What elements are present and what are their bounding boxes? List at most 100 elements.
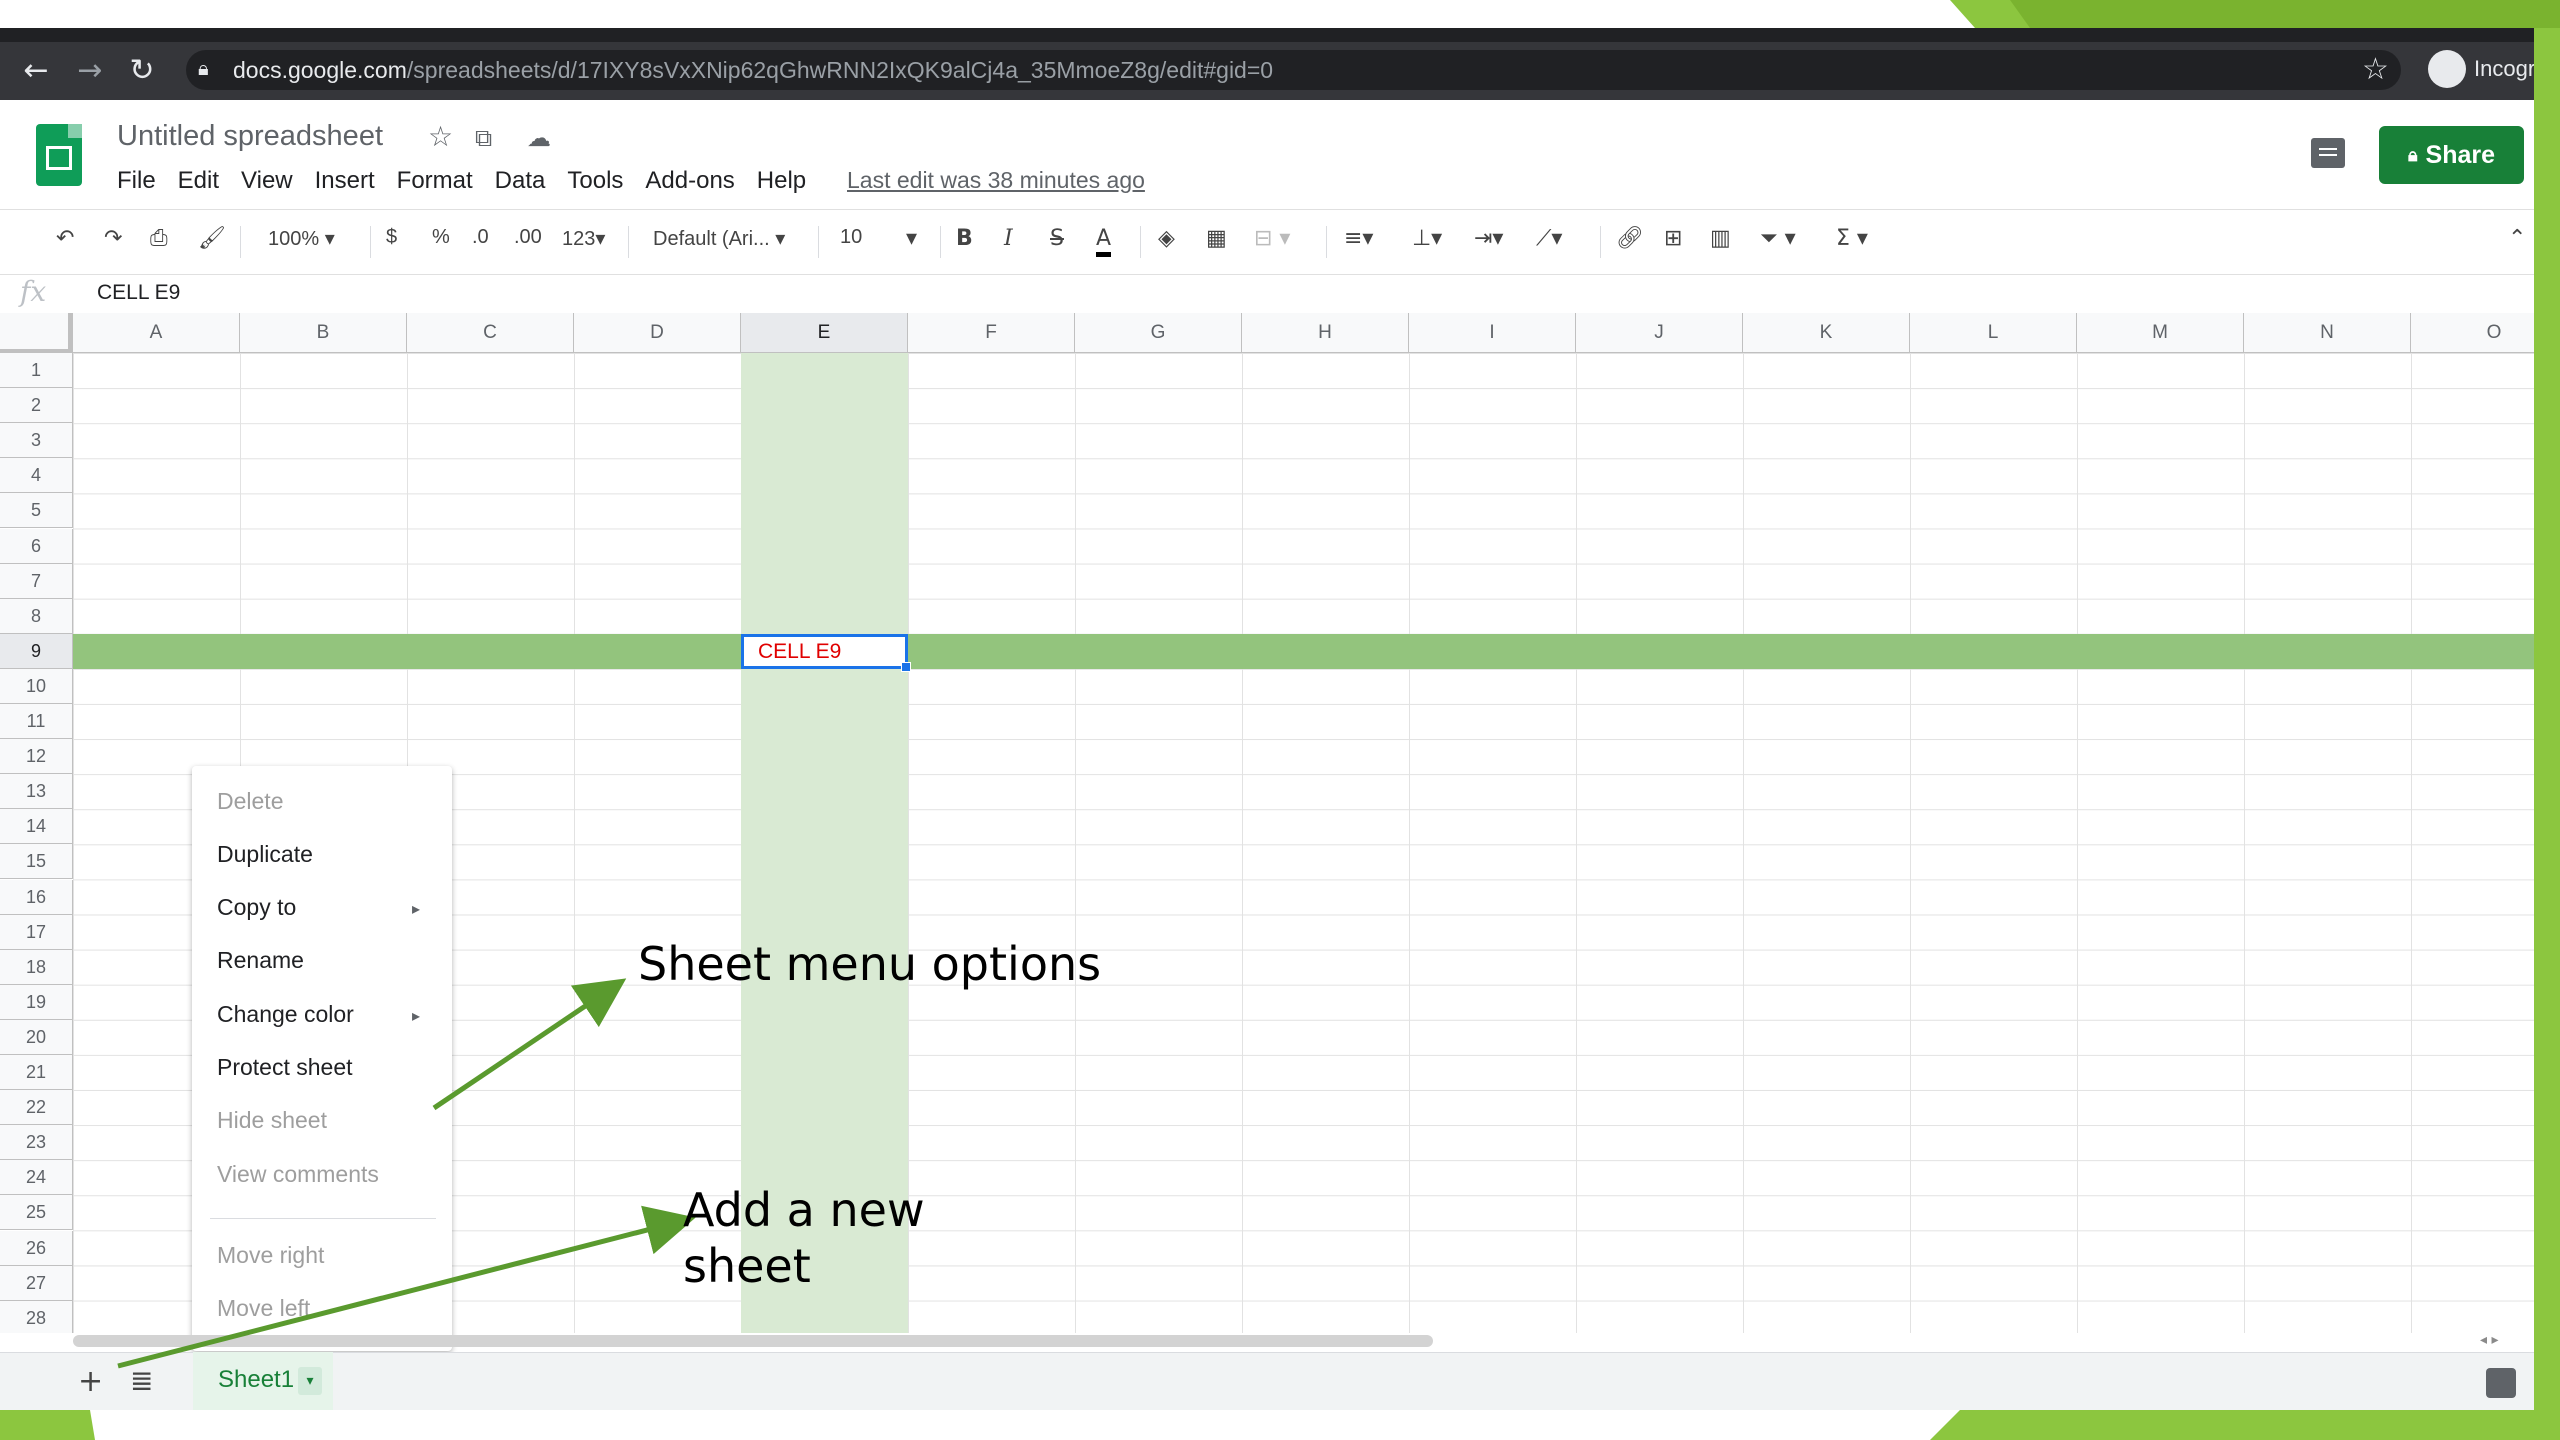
more-formats-button[interactable]: 123▾ xyxy=(562,226,605,251)
text-color-button[interactable]: A xyxy=(1096,226,1112,257)
row-header-9[interactable]: 9 xyxy=(0,633,73,669)
menu-insert[interactable]: Insert xyxy=(315,167,375,195)
formula-input[interactable]: CELL E9 xyxy=(97,281,180,305)
all-sheets-list-icon[interactable]: ≣ xyxy=(130,1364,153,1397)
row-header-4[interactable]: 4 xyxy=(0,458,73,494)
row-header-8[interactable]: 8 xyxy=(0,598,73,634)
borders-icon[interactable]: ▦ xyxy=(1206,226,1227,251)
row-header-21[interactable]: 21 xyxy=(0,1055,73,1091)
formula-bar[interactable]: fx CELL E9 xyxy=(0,273,2534,314)
row-header-24[interactable]: 24 xyxy=(0,1160,73,1196)
font-size-select[interactable]: 10 xyxy=(840,226,862,249)
text-rotation-icon[interactable]: ⟋▾ xyxy=(1536,226,1562,251)
column-header-l[interactable]: L xyxy=(1910,313,2077,353)
sheet-tab-sheet1[interactable]: Sheet1 ▾ xyxy=(193,1352,333,1410)
row-header-28[interactable]: 28 xyxy=(0,1300,73,1333)
column-header-f[interactable]: F xyxy=(908,313,1075,353)
menu-protect-sheet[interactable]: Protect sheet xyxy=(217,1054,353,1081)
menu-duplicate[interactable]: Duplicate xyxy=(217,841,313,868)
italic-button[interactable]: I xyxy=(1004,226,1013,251)
move-folder-icon[interactable]: ⧉ xyxy=(475,124,492,152)
row-header-22[interactable]: 22 xyxy=(0,1090,73,1126)
comment-history-icon[interactable] xyxy=(2311,138,2345,168)
fill-color-icon[interactable]: ◈ xyxy=(1158,226,1175,251)
menu-move-right[interactable]: Move right xyxy=(217,1242,324,1269)
column-header-o[interactable]: O xyxy=(2411,313,2534,353)
merge-cells-icon[interactable]: ⊟ ▾ xyxy=(1254,226,1290,251)
increase-decimal-button[interactable]: .00 xyxy=(514,226,542,249)
column-header-a[interactable]: A xyxy=(73,313,240,353)
row-header-20[interactable]: 20 xyxy=(0,1019,73,1055)
functions-icon[interactable]: Σ ▾ xyxy=(1836,226,1868,251)
menu-delete[interactable]: Delete xyxy=(217,788,283,815)
star-icon[interactable]: ☆ xyxy=(428,120,453,153)
zoom-select[interactable]: 100% ▾ xyxy=(268,226,335,251)
menu-view-comments[interactable]: View comments xyxy=(217,1161,379,1188)
redo-icon[interactable]: ↷ xyxy=(104,226,122,251)
row-header-7[interactable]: 7 xyxy=(0,563,73,599)
select-all-corner[interactable] xyxy=(0,313,73,353)
filter-icon[interactable]: ⏷ ▾ xyxy=(1760,226,1796,251)
row-header-12[interactable]: 12 xyxy=(0,739,73,775)
row-header-16[interactable]: 16 xyxy=(0,879,73,915)
sheets-logo-icon[interactable] xyxy=(36,124,82,186)
column-header-j[interactable]: J xyxy=(1576,313,1743,353)
horizontal-scrollbar[interactable] xyxy=(73,1335,1433,1347)
menu-rename[interactable]: Rename xyxy=(217,947,304,974)
cell-e9[interactable]: CELL E9 xyxy=(741,633,911,672)
menu-move-left[interactable]: Move left xyxy=(217,1295,310,1322)
menu-hide-sheet[interactable]: Hide sheet xyxy=(217,1107,327,1134)
column-header-h[interactable]: H xyxy=(1242,313,1409,353)
document-title[interactable]: Untitled spreadsheet xyxy=(117,120,383,153)
sheet-tab-dropdown-icon[interactable]: ▾ xyxy=(298,1367,322,1395)
menu-help[interactable]: Help xyxy=(757,167,806,195)
print-icon[interactable]: ⎙ xyxy=(150,226,168,251)
column-header-k[interactable]: K xyxy=(1743,313,1910,353)
row-header-17[interactable]: 17 xyxy=(0,914,73,950)
menu-change-color[interactable]: Change color xyxy=(217,1001,354,1028)
add-sheet-button[interactable]: + xyxy=(78,1364,103,1399)
menu-copy-to[interactable]: Copy to xyxy=(217,894,296,921)
column-header-n[interactable]: N xyxy=(2244,313,2411,353)
row-header-26[interactable]: 26 xyxy=(0,1230,73,1266)
row-header-1[interactable]: 1 xyxy=(0,353,73,389)
strikethrough-button[interactable]: S xyxy=(1050,226,1064,251)
font-size-dropdown-icon[interactable]: ▾ xyxy=(906,226,917,251)
row-header-3[interactable]: 3 xyxy=(0,423,73,459)
menu-data[interactable]: Data xyxy=(495,167,546,195)
explore-icon[interactable] xyxy=(2486,1368,2516,1398)
text-wrap-icon[interactable]: ⇥▾ xyxy=(1474,226,1503,251)
column-header-b[interactable]: B xyxy=(240,313,407,353)
menu-edit[interactable]: Edit xyxy=(178,167,219,195)
decrease-decimal-button[interactable]: .0 xyxy=(472,226,489,249)
row-header-11[interactable]: 11 xyxy=(0,704,73,740)
profile-label[interactable]: Incogr xyxy=(2474,56,2535,82)
insert-chart-icon[interactable]: ▥ xyxy=(1710,226,1731,251)
menu-format[interactable]: Format xyxy=(397,167,473,195)
percent-button[interactable]: % xyxy=(432,226,450,249)
bold-button[interactable]: B xyxy=(956,226,973,251)
insert-comment-icon[interactable]: ⊞ xyxy=(1664,226,1682,251)
column-header-g[interactable]: G xyxy=(1075,313,1242,353)
incognito-icon[interactable] xyxy=(2428,50,2466,88)
reload-icon[interactable]: ↻ xyxy=(122,50,162,90)
row-header-13[interactable]: 13 xyxy=(0,774,73,810)
row-header-15[interactable]: 15 xyxy=(0,844,73,880)
last-edit-link[interactable]: Last edit was 38 minutes ago xyxy=(847,167,1145,194)
column-header-e[interactable]: E xyxy=(741,313,908,353)
currency-button[interactable]: $ xyxy=(386,226,397,249)
insert-link-icon[interactable]: 🔗︎ xyxy=(1616,226,1644,251)
fill-handle[interactable] xyxy=(901,661,911,672)
row-header-10[interactable]: 10 xyxy=(0,668,73,704)
menu-addons[interactable]: Add-ons xyxy=(645,167,734,195)
column-header-m[interactable]: M xyxy=(2077,313,2244,353)
forward-icon[interactable]: → xyxy=(70,50,110,90)
share-button[interactable]: 🔒︎ Share xyxy=(2379,126,2524,184)
row-header-14[interactable]: 14 xyxy=(0,809,73,845)
paint-format-icon[interactable]: 🖌︎ xyxy=(198,226,226,251)
row-header-19[interactable]: 19 xyxy=(0,984,73,1020)
back-icon[interactable]: ← xyxy=(16,50,56,90)
url-text[interactable]: docs.google.com/spreadsheets/d/17IXY8sVx… xyxy=(233,54,1273,86)
undo-icon[interactable]: ↶ xyxy=(56,226,74,251)
row-header-27[interactable]: 27 xyxy=(0,1265,73,1301)
